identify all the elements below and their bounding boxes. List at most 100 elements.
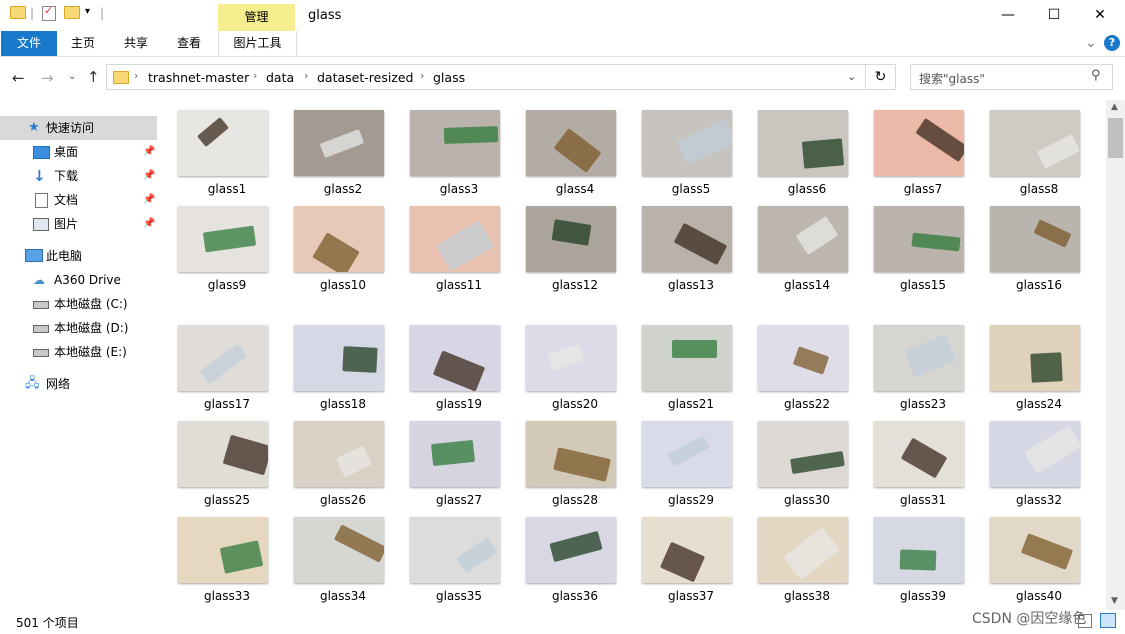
recent-locations-icon[interactable]: ⌄	[68, 71, 76, 82]
image-thumbnail[interactable]	[642, 517, 732, 583]
nav-network[interactable]: 🖧 网络	[0, 372, 157, 396]
file-tile[interactable]: glass4	[511, 100, 621, 196]
nav-quick-access[interactable]: ★ 快速访问	[0, 116, 157, 140]
chevron-down-icon[interactable]: ▾	[85, 6, 90, 17]
details-view-icon[interactable]	[1078, 614, 1092, 628]
file-tile[interactable]: glass6	[743, 100, 853, 196]
image-thumbnail[interactable]	[758, 517, 848, 583]
nav-item-drive-d[interactable]: 本地磁盘 (D:)	[0, 316, 157, 340]
maximize-button[interactable]: ☐	[1031, 0, 1077, 30]
back-icon[interactable]: ←	[12, 69, 25, 87]
file-tile[interactable]: glass24	[975, 315, 1085, 411]
image-thumbnail[interactable]	[990, 110, 1080, 176]
pin-icon[interactable]: 📌	[143, 164, 155, 188]
image-thumbnail[interactable]	[410, 325, 500, 391]
image-thumbnail[interactable]	[758, 421, 848, 487]
up-icon[interactable]: ↑	[87, 68, 100, 86]
image-thumbnail[interactable]	[526, 206, 616, 272]
image-thumbnail[interactable]	[410, 110, 500, 176]
file-tile[interactable]: glass16	[975, 196, 1085, 292]
search-input[interactable]: 搜索"glass" ⚲	[910, 64, 1113, 90]
file-tile[interactable]: glass28	[511, 411, 621, 507]
image-thumbnail[interactable]	[294, 421, 384, 487]
pin-icon[interactable]: 📌	[143, 212, 155, 236]
properties-icon[interactable]: ✓	[42, 4, 58, 22]
file-tile[interactable]: glass22	[743, 315, 853, 411]
chevron-down-icon[interactable]: ⌄	[847, 70, 856, 83]
file-tile[interactable]: glass36	[511, 507, 621, 603]
file-tile[interactable]: glass1	[163, 100, 273, 196]
image-thumbnail[interactable]	[178, 325, 268, 391]
file-tile[interactable]: glass33	[163, 507, 273, 603]
file-tile[interactable]: glass9	[163, 196, 273, 292]
image-thumbnail[interactable]	[294, 517, 384, 583]
breadcrumb-dataset-resized[interactable]: dataset-resized	[317, 70, 414, 85]
refresh-button[interactable]: ↻	[866, 64, 896, 90]
file-tile[interactable]: glass39	[859, 507, 969, 603]
file-tile[interactable]: glass20	[511, 315, 621, 411]
image-thumbnail[interactable]	[642, 325, 732, 391]
image-thumbnail[interactable]	[642, 110, 732, 176]
file-tile[interactable]: glass10	[279, 196, 389, 292]
image-thumbnail[interactable]	[874, 206, 964, 272]
nav-item-desktop[interactable]: 桌面 📌	[0, 140, 157, 164]
file-tile[interactable]: glass7	[859, 100, 969, 196]
image-thumbnail[interactable]	[874, 110, 964, 176]
large-icons-view-icon[interactable]	[1100, 613, 1116, 628]
file-tile[interactable]: glass3	[395, 100, 505, 196]
image-thumbnail[interactable]	[874, 421, 964, 487]
pin-icon[interactable]: 📌	[143, 140, 155, 164]
scroll-up-icon[interactable]: ▲	[1111, 102, 1118, 112]
image-thumbnail[interactable]	[178, 110, 268, 176]
file-tile[interactable]: glass35	[395, 507, 505, 603]
image-thumbnail[interactable]	[294, 110, 384, 176]
vertical-scrollbar[interactable]: ▲ ▼	[1106, 100, 1125, 610]
image-thumbnail[interactable]	[178, 206, 268, 272]
image-thumbnail[interactable]	[178, 517, 268, 583]
tab-file[interactable]: 文件	[1, 31, 57, 56]
file-tile[interactable]: glass18	[279, 315, 389, 411]
search-icon[interactable]: ⚲	[1091, 68, 1101, 83]
nav-item-pictures[interactable]: 图片 📌	[0, 212, 157, 236]
file-tile[interactable]: glass29	[627, 411, 737, 507]
file-tile[interactable]: glass8	[975, 100, 1085, 196]
nav-item-drive-e[interactable]: 本地磁盘 (E:)	[0, 340, 157, 364]
image-thumbnail[interactable]	[758, 206, 848, 272]
file-tile[interactable]: glass30	[743, 411, 853, 507]
pin-icon[interactable]: 📌	[143, 188, 155, 212]
file-tile[interactable]: glass34	[279, 507, 389, 603]
image-thumbnail[interactable]	[178, 421, 268, 487]
image-thumbnail[interactable]	[758, 325, 848, 391]
image-thumbnail[interactable]	[526, 517, 616, 583]
nav-item-drive-c[interactable]: 本地磁盘 (C:)	[0, 292, 157, 316]
image-thumbnail[interactable]	[990, 206, 1080, 272]
file-tile[interactable]: glass32	[975, 411, 1085, 507]
minimize-button[interactable]: —	[985, 0, 1031, 30]
collapse-ribbon-icon[interactable]: ⌄	[1085, 35, 1097, 51]
image-thumbnail[interactable]	[990, 517, 1080, 583]
breadcrumb-data[interactable]: data	[266, 70, 294, 85]
address-bar[interactable]: › trashnet-master › data › dataset-resiz…	[106, 64, 866, 90]
file-tile[interactable]: glass23	[859, 315, 969, 411]
scrollbar-thumb[interactable]	[1108, 118, 1123, 158]
breadcrumb-trashnet-master[interactable]: trashnet-master	[148, 70, 249, 85]
image-thumbnail[interactable]	[526, 421, 616, 487]
file-tile[interactable]: glass19	[395, 315, 505, 411]
help-icon[interactable]: ?	[1104, 35, 1120, 51]
image-thumbnail[interactable]	[874, 325, 964, 391]
image-thumbnail[interactable]	[990, 325, 1080, 391]
file-tile[interactable]: glass2	[279, 100, 389, 196]
file-tile[interactable]: glass27	[395, 411, 505, 507]
file-tile[interactable]: glass38	[743, 507, 853, 603]
tab-manage[interactable]: 管理	[218, 4, 295, 31]
tab-home[interactable]: 主页	[61, 31, 105, 56]
image-thumbnail[interactable]	[410, 517, 500, 583]
file-tile[interactable]: glass14	[743, 196, 853, 292]
file-tile[interactable]: glass11	[395, 196, 505, 292]
image-thumbnail[interactable]	[642, 206, 732, 272]
image-thumbnail[interactable]	[294, 325, 384, 391]
scroll-down-icon[interactable]: ▼	[1111, 596, 1118, 606]
file-tile[interactable]: glass15	[859, 196, 969, 292]
close-button[interactable]: ✕	[1077, 0, 1123, 30]
file-tile[interactable]: glass5	[627, 100, 737, 196]
